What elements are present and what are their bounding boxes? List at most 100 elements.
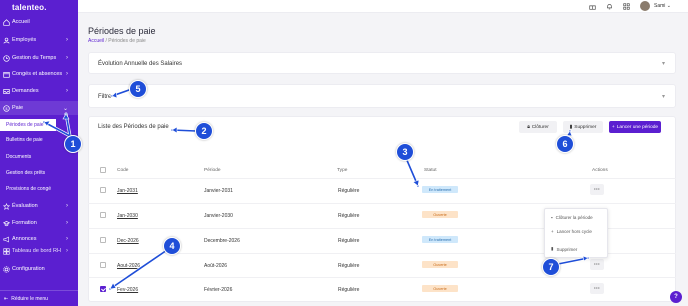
collapse-icon: ⇤: [4, 295, 9, 302]
sidebar-item-label: Gestion du Temps: [12, 55, 57, 61]
filter-card[interactable]: Filtre ▾: [88, 84, 676, 108]
row-checkbox[interactable]: [100, 286, 106, 292]
help-button[interactable]: ?: [670, 291, 682, 303]
bell-icon[interactable]: [605, 2, 613, 10]
status-badge: Ouverte: [422, 285, 458, 292]
evolution-card[interactable]: Évolution Annuelle des Salaires ▾: [88, 52, 676, 74]
graduation-icon: [2, 219, 10, 227]
chevron-down-icon[interactable]: ▾: [662, 60, 665, 67]
chevron-right-icon: ›: [66, 88, 68, 94]
sidebar-item-label: Demandes: [12, 88, 39, 94]
menu-item-off-cycle[interactable]: + Lancer hors cycle: [551, 229, 592, 234]
sidebar-subitem-periodes[interactable]: Périodes de paie: [0, 119, 56, 131]
row-checkbox[interactable]: [100, 262, 106, 268]
sidebar-item-label: Accueil: [12, 19, 30, 25]
sidebar-item-paie[interactable]: $ Paie ⌄: [0, 101, 78, 115]
column-header-period[interactable]: Période: [204, 168, 221, 173]
table-row[interactable]: Jan-2031 Janvier-2031 Régulière En trait…: [88, 178, 676, 202]
chevron-right-icon: ›: [66, 236, 68, 242]
clock-icon: [2, 54, 10, 62]
row-period: Janvier-2030: [204, 213, 233, 219]
sidebar-item-gestion-temps[interactable]: Gestion du Temps ›: [0, 51, 78, 65]
status-badge: En traitement: [422, 186, 458, 193]
sidebar-item-demandes[interactable]: Demandes ›: [0, 84, 78, 98]
filter-card-title: Filtre: [98, 94, 112, 100]
chevron-down-icon: ⌄: [62, 105, 68, 112]
sidebar-item-label: Congés et absences: [12, 71, 63, 77]
row-code-link[interactable]: Fev-2026: [117, 287, 138, 293]
megaphone-icon: [2, 235, 10, 243]
row-code-link[interactable]: Jan-2030: [117, 213, 138, 219]
row-code-link[interactable]: Dec-2026: [117, 238, 139, 244]
sidebar-item-label: Évaluation: [12, 203, 38, 209]
plus-icon: +: [611, 124, 615, 130]
sidebar-item-tableau-de-bord[interactable]: Tableau de bord RH ›: [0, 246, 78, 256]
sidebar-item-accueil[interactable]: Accueil: [0, 15, 78, 29]
close-period-button[interactable]: 🔒︎ Clôturer: [519, 121, 557, 133]
users-icon: [2, 36, 10, 44]
svg-text:$: $: [5, 106, 7, 110]
row-actions-button[interactable]: ···: [590, 283, 604, 294]
sidebar-subitem-documents[interactable]: Documents: [0, 151, 78, 163]
menu-item-close-period[interactable]: ▪ Clôturer la période: [551, 215, 593, 220]
menu-item-label: Lancer hors cycle: [556, 229, 592, 234]
row-checkbox[interactable]: [100, 212, 106, 218]
sidebar-subitem-prets[interactable]: Gestion des prêts: [0, 167, 78, 179]
sidebar-item-formation[interactable]: Formation ›: [0, 216, 78, 230]
evolution-card-title: Évolution Annuelle des Salaires: [98, 61, 183, 67]
collapse-menu-button[interactable]: ⇤ Réduire le menu: [0, 290, 78, 306]
status-badge: En traitement: [422, 236, 458, 243]
sidebar: talenteo. Accueil Employés › Gestion du …: [0, 0, 78, 306]
chevron-down-icon[interactable]: ▾: [662, 93, 665, 100]
row-type: Régulière: [338, 188, 360, 194]
breadcrumb: Accueil / Périodes de paie: [88, 38, 146, 44]
chevron-right-icon: ›: [66, 248, 68, 254]
trash-icon: ▮: [569, 124, 573, 130]
delete-button[interactable]: ▮ Supprimer: [563, 121, 603, 133]
annotation-marker-3: 3: [396, 143, 414, 161]
chevron-down-icon: ⌄: [666, 3, 671, 9]
sidebar-item-conges[interactable]: Congés et absences ›: [0, 67, 78, 81]
chevron-right-icon: ›: [66, 203, 68, 209]
row-period: Août-2026: [204, 263, 228, 269]
annotation-marker-6: 6: [556, 135, 574, 153]
row-type: Régulière: [338, 238, 360, 244]
row-type: Régulière: [338, 287, 360, 293]
gear-icon: [2, 265, 10, 273]
sidebar-item-employes[interactable]: Employés ›: [0, 33, 78, 47]
avatar[interactable]: [640, 1, 650, 11]
column-header-actions: Actions: [592, 168, 608, 173]
launch-period-button[interactable]: + Lancer une période: [609, 121, 661, 133]
row-code-link[interactable]: Jan-2031: [117, 188, 138, 194]
sidebar-item-configuration[interactable]: Configuration: [0, 262, 78, 276]
row-actions-menu: ▪ Clôturer la période + Lancer hors cycl…: [544, 208, 608, 258]
column-header-status[interactable]: Statut: [424, 168, 437, 173]
annotation-marker-2: 2: [195, 122, 213, 140]
chevron-right-icon: ›: [66, 220, 68, 226]
gift-icon[interactable]: [588, 2, 596, 10]
row-period: Février-2026: [204, 287, 233, 293]
table-row[interactable]: Fev-2026 Février-2026 Régulière Ouverte …: [88, 277, 676, 301]
select-all-checkbox[interactable]: [100, 167, 106, 173]
row-code-link[interactable]: Aout-2026: [117, 263, 140, 269]
sidebar-item-evaluation[interactable]: Évaluation ›: [0, 199, 78, 213]
menu-item-label: Supprimer: [556, 246, 578, 252]
breadcrumb-home-link[interactable]: Accueil: [88, 38, 104, 44]
money-icon: $: [2, 104, 10, 112]
chevron-right-icon: ›: [66, 55, 68, 61]
column-header-type[interactable]: Type: [337, 168, 347, 173]
periods-list-title: Liste des Périodes de paie: [98, 124, 169, 130]
menu-item-label: Clôturer la période: [555, 215, 593, 220]
menu-item-delete[interactable]: ▮ Supprimer: [551, 246, 577, 252]
row-actions-button[interactable]: ···: [590, 259, 604, 270]
apps-icon[interactable]: [622, 2, 630, 10]
sidebar-subitem-provisions[interactable]: Provisions de congé: [0, 183, 78, 195]
row-actions-button[interactable]: ···: [590, 184, 604, 195]
sidebar-item-annonces[interactable]: Annonces ›: [0, 232, 78, 246]
row-checkbox[interactable]: [100, 187, 106, 193]
breadcrumb-current: Périodes de paie: [108, 38, 146, 44]
user-menu[interactable]: Sami ⌄: [654, 3, 671, 9]
row-checkbox[interactable]: [100, 237, 106, 243]
row-period: Decembre-2026: [204, 238, 240, 244]
column-header-code[interactable]: Code: [117, 168, 128, 173]
